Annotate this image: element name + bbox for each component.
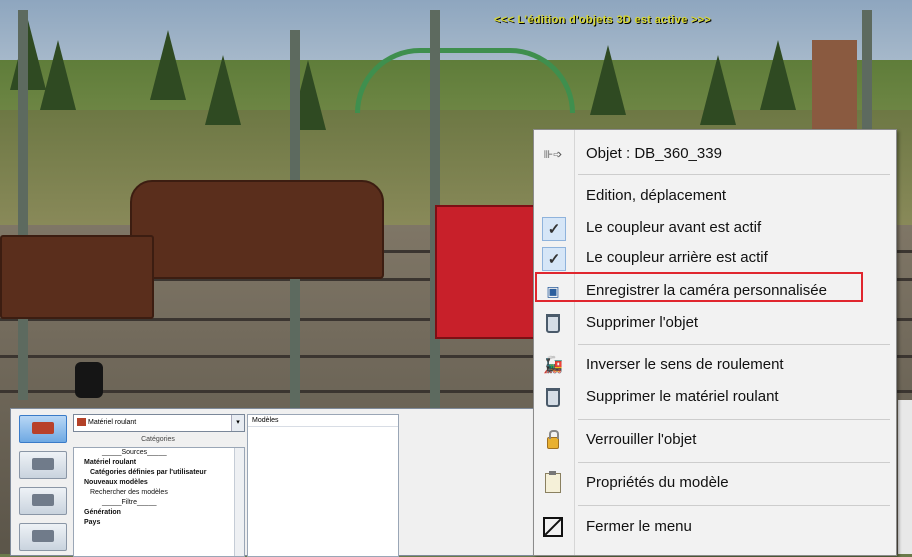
tree xyxy=(760,40,796,110)
menu-item-reverse-direction[interactable]: 🚂 Inverser le sens de roulement xyxy=(534,349,896,381)
locomotive-icon: 🚂 xyxy=(543,357,563,374)
categories-label: Catégories xyxy=(141,436,175,443)
tree-item[interactable]: Rechercher des modèles xyxy=(74,488,244,498)
menu-separator xyxy=(578,174,890,175)
catenary-mast xyxy=(862,10,872,140)
menu-item-label: Fermer le menu xyxy=(586,518,692,535)
models-header: Modèles xyxy=(248,415,398,427)
models-list[interactable]: Modèles xyxy=(247,414,399,557)
category-tree[interactable]: _____Sources_____ Matériel roulant Catég… xyxy=(73,447,245,557)
rolling-stock-category-button[interactable] xyxy=(19,415,67,443)
menu-separator xyxy=(578,344,890,345)
locomotive-db-360[interactable] xyxy=(435,205,549,339)
menu-item-label: Le coupleur avant est actif xyxy=(586,219,762,236)
loco-arrow-icon: ⊪➩ xyxy=(543,148,563,161)
right-edge-panel xyxy=(898,400,912,554)
checkmark-icon: ✓ xyxy=(542,217,566,241)
menu-item-delete-object[interactable]: Supprimer l'objet xyxy=(534,307,896,339)
category-select[interactable]: Matériel roulant ▾ xyxy=(73,414,245,432)
category-select-value: Matériel roulant xyxy=(88,419,137,426)
menu-separator xyxy=(578,419,890,420)
tree-item: _____Sources_____ xyxy=(102,449,167,456)
freight-wagon[interactable] xyxy=(0,235,154,319)
context-menu: ⊪➩ Objet : DB_360_339 Edition, déplaceme… xyxy=(533,129,897,556)
structure-icon xyxy=(32,530,54,542)
tree-item[interactable]: Génération xyxy=(74,508,244,518)
menu-item-delete-rolling-stock[interactable]: Supprimer le matériel roulant xyxy=(534,381,896,413)
tree-scrollbar[interactable] xyxy=(234,448,244,556)
menu-item-label: Edition, déplacement xyxy=(586,187,727,204)
menu-separator xyxy=(578,462,890,463)
chevron-down-icon[interactable]: ▾ xyxy=(231,415,244,431)
bridge xyxy=(355,48,575,113)
landscape-category-button[interactable] xyxy=(19,487,67,515)
tree-item[interactable]: Nouveaux modèles xyxy=(74,478,244,488)
edit-mode-banner: <<< L'édition d'objets 3D est active >>> xyxy=(494,14,712,26)
highlight-box xyxy=(535,272,863,302)
menu-item-model-properties[interactable]: Propriétés du modèle xyxy=(534,467,896,499)
checkmark-icon: ✓ xyxy=(542,247,566,271)
landscape-icon xyxy=(32,494,54,506)
menu-item-label: Verrouiller l'objet xyxy=(586,431,697,448)
track-icon xyxy=(32,458,54,470)
object-browser-panel: Matériel roulant ▾ Catégories _____Sourc… xyxy=(10,408,542,557)
tree-item[interactable]: Matériel roulant xyxy=(74,458,244,468)
menu-item-label: Supprimer le matériel roulant xyxy=(586,388,779,405)
clipboard-icon xyxy=(542,471,564,494)
catenary-mast xyxy=(18,10,28,400)
menu-item-label: Inverser le sens de roulement xyxy=(586,356,784,373)
trash-icon xyxy=(542,312,564,334)
menu-header-label: Objet : DB_360_339 xyxy=(586,145,722,162)
tree-item[interactable]: Catégories définies par l'utilisateur xyxy=(74,468,244,478)
menu-item-rear-coupler[interactable]: ✓ Le coupleur arrière est actif xyxy=(534,242,896,274)
padlock-icon xyxy=(542,429,564,451)
tree xyxy=(700,55,736,125)
barrel xyxy=(75,362,103,398)
trash-icon xyxy=(542,386,564,408)
menu-item-lock-object[interactable]: Verrouiller l'objet xyxy=(534,424,896,456)
tree xyxy=(150,30,186,100)
tree xyxy=(205,55,241,125)
locomotive-icon xyxy=(32,422,54,434)
menu-separator xyxy=(578,505,890,506)
rolling-stock-icon xyxy=(77,418,86,427)
close-box-icon xyxy=(542,516,564,538)
menu-header-object: ⊪➩ Objet : DB_360_339 xyxy=(534,138,896,170)
tree-item[interactable]: Pays xyxy=(74,518,244,528)
tree xyxy=(590,45,626,115)
menu-item-label: Supprimer l'objet xyxy=(586,314,699,331)
tree xyxy=(40,40,76,110)
track-category-button[interactable] xyxy=(19,451,67,479)
menu-item-label: Propriétés du modèle xyxy=(586,474,729,491)
menu-item-close-menu[interactable]: Fermer le menu xyxy=(534,511,896,543)
structures-category-button[interactable] xyxy=(19,523,67,551)
tree-item: _____Filtre_____ xyxy=(102,499,157,506)
menu-item-label: Le coupleur arrière est actif xyxy=(586,249,768,266)
menu-item-front-coupler[interactable]: ✓ Le coupleur avant est actif xyxy=(534,212,896,244)
freight-wagon[interactable] xyxy=(130,180,384,279)
menu-item-edit[interactable]: Edition, déplacement xyxy=(534,180,896,212)
